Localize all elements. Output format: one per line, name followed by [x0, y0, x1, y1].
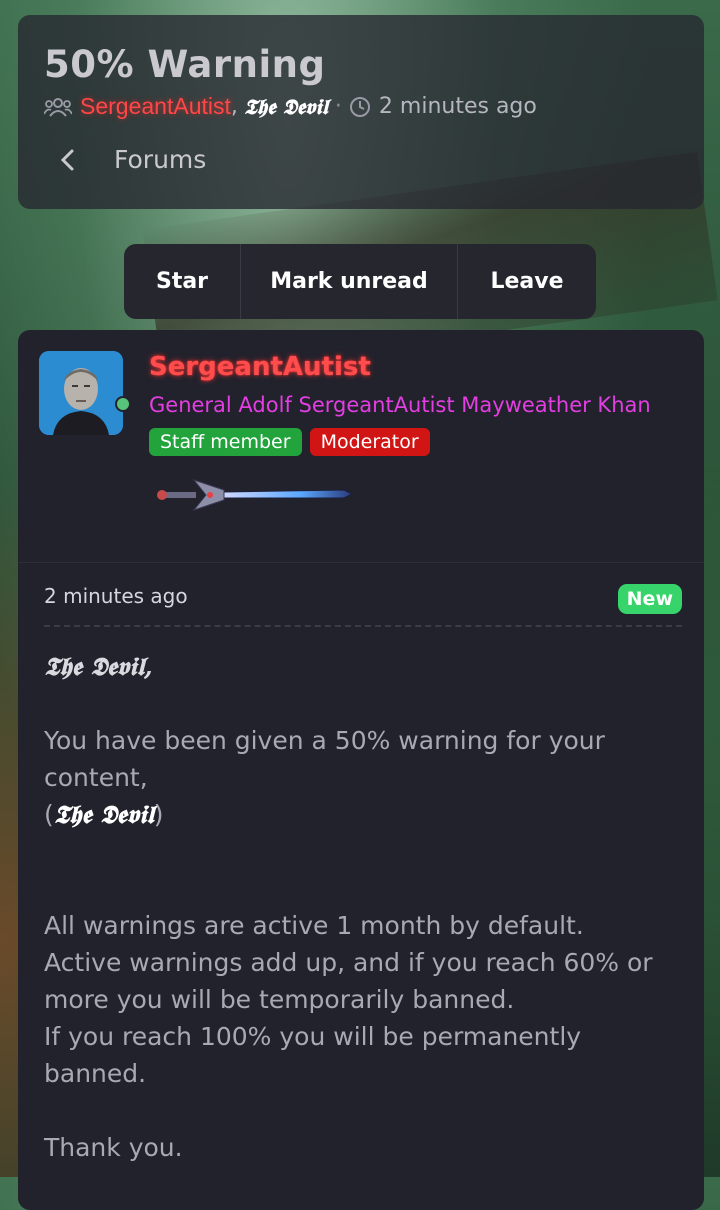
user-title: General Adolf SergeantAutist Mayweather … — [149, 393, 651, 417]
chevron-left-icon — [60, 149, 74, 170]
thread-header: 50% Warning SergeantAutist , 𝕿𝖍𝖊 𝕯𝖊𝖛𝖎𝖑 ·… — [18, 15, 704, 209]
paren-open: ( — [44, 800, 54, 829]
warning-recipient: (𝕿𝖍𝖊 𝕯𝖊𝖛𝖎𝖑) — [44, 796, 684, 833]
thread-meta: SergeantAutist , 𝕿𝖍𝖊 𝕯𝖊𝖛𝖎𝖑 · 2 minutes a… — [44, 93, 537, 120]
breadcrumb-forums[interactable]: Forums — [58, 145, 206, 174]
post-timestamp[interactable]: 2 minutes ago — [44, 584, 188, 608]
leave-button[interactable]: Leave — [458, 244, 596, 319]
avatar-portrait — [39, 351, 123, 435]
users-icon — [44, 97, 72, 117]
clock-icon — [349, 96, 370, 117]
recipient-name: 𝕿𝖍𝖊 𝕯𝖊𝖛𝖎𝖑 — [53, 800, 154, 829]
moderator-badge: Moderator — [309, 428, 430, 456]
message-body: 𝕿𝖍𝖊 𝕯𝖊𝖛𝖎𝖑, You have been given a 50% war… — [44, 648, 684, 1166]
breadcrumb-label: Forums — [114, 145, 207, 174]
paren-close: ) — [153, 800, 164, 829]
participant-separator: , — [230, 94, 238, 119]
page-title: 50% Warning — [44, 43, 326, 86]
post-username[interactable]: SergeantAutist — [149, 352, 371, 382]
author-block: SergeantAutist General Adolf SergeantAut… — [18, 330, 704, 563]
policy-line-2: Active warnings add up, and if you reach… — [44, 948, 653, 1014]
divider — [44, 625, 682, 627]
policy-line-1: All warnings are active 1 month by defau… — [44, 911, 584, 940]
warning-line: You have been given a 50% warning for yo… — [44, 726, 605, 792]
message-post: SergeantAutist General Adolf SergeantAut… — [18, 330, 704, 1210]
user-badges: Staff member Moderator — [149, 428, 430, 456]
avatar[interactable] — [39, 351, 123, 435]
staff-member-badge: Staff member — [149, 428, 302, 456]
closing-line: Thank you. — [44, 1133, 183, 1162]
sword-icon — [157, 478, 354, 512]
online-status-icon — [115, 396, 131, 412]
thread-time[interactable]: 2 minutes ago — [379, 94, 537, 119]
mark-unread-button[interactable]: Mark unread — [241, 244, 458, 319]
new-badge: New — [617, 584, 682, 614]
meta-separator: · — [334, 94, 342, 119]
policy-line-3: If you reach 100% you will be permanentl… — [44, 1022, 582, 1088]
thread-actions-bar: Star Mark unread Leave — [124, 244, 596, 319]
participant-link-sergeantautist[interactable]: SergeantAutist — [80, 93, 231, 120]
participant-link-the-devil[interactable]: 𝕿𝖍𝖊 𝕯𝖊𝖛𝖎𝖑 — [244, 94, 328, 120]
greeting: 𝕿𝖍𝖊 𝕯𝖊𝖛𝖎𝖑, — [44, 652, 153, 681]
star-button[interactable]: Star — [124, 244, 241, 319]
